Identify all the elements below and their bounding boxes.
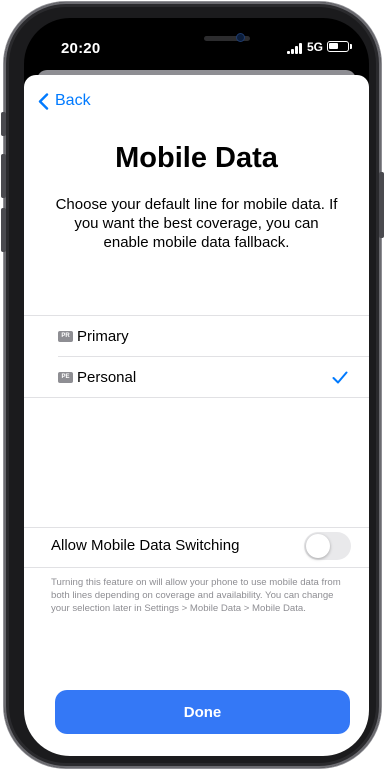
separator (24, 527, 369, 528)
page-subtitle: Choose your default line for mobile data… (55, 196, 338, 251)
switching-footnote: Turning this feature on will allow your … (51, 577, 341, 614)
separator (24, 567, 369, 568)
done-button[interactable]: Done (55, 690, 350, 734)
back-button[interactable]: Back (38, 92, 91, 110)
line-badge-icon: PE (58, 371, 73, 383)
power-button (379, 172, 384, 238)
signal-bars-icon (287, 42, 305, 54)
mobile-data-switching-label: Allow Mobile Data Switching (51, 537, 240, 554)
back-label: Back (55, 92, 91, 109)
battery-icon (327, 41, 349, 52)
toggle-knob (306, 534, 330, 558)
status-time: 20:20 (61, 40, 101, 57)
status-bar: 20:20 5G (24, 18, 369, 72)
battery-fill (329, 43, 338, 49)
volume-down-button (1, 208, 6, 252)
line-badge-icon: PR (58, 330, 73, 342)
page-title: Mobile Data (115, 142, 278, 174)
checkmark-icon (332, 371, 348, 383)
volume-up-button (1, 154, 6, 198)
line-option-personal[interactable]: PE Personal (24, 357, 369, 397)
separator (24, 397, 369, 398)
chevron-left-icon (38, 92, 49, 110)
network-type: 5G (307, 40, 324, 54)
front-camera (237, 34, 244, 41)
line-option-label: Primary (77, 327, 129, 345)
mobile-data-switching-toggle[interactable] (304, 532, 351, 560)
mobile-data-sheet: Back Mobile Data Choose your default lin… (24, 75, 369, 756)
line-option-label: Personal (77, 368, 137, 386)
battery-tip (350, 44, 352, 49)
mute-switch (1, 112, 6, 136)
phone-frame: 20:20 5G Back Mobile Data Choose your de… (1, 2, 384, 768)
line-option-primary[interactable]: PR Primary (24, 316, 369, 356)
phone-screen: 20:20 5G Back Mobile Data Choose your de… (24, 18, 369, 756)
mobile-data-switching-row: Allow Mobile Data Switching (24, 530, 369, 566)
